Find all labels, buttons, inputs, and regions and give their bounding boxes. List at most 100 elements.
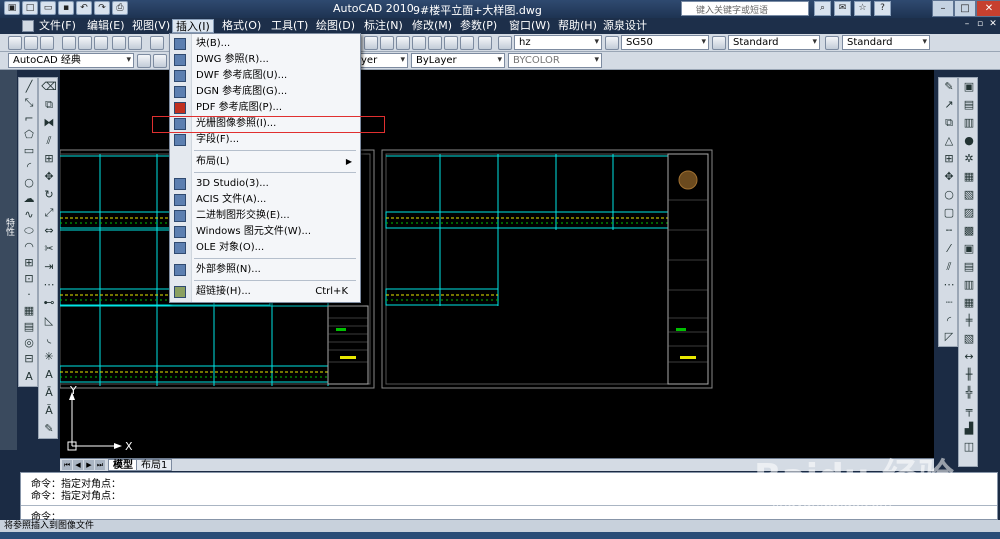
menu-window[interactable]: 窗口(W) bbox=[506, 19, 553, 33]
color-control-dropdown[interactable]: yer bbox=[356, 53, 408, 68]
favorites-icon[interactable]: ☆ bbox=[854, 1, 871, 16]
menu-yuanquan-design[interactable]: 源泉设计 bbox=[600, 19, 650, 33]
workspace-settings-icon[interactable] bbox=[137, 54, 151, 68]
layer-prev-icon[interactable]: ▥ bbox=[961, 116, 977, 130]
tab-last-icon[interactable]: ⏭ bbox=[95, 460, 105, 470]
help-icon[interactable]: ? bbox=[874, 1, 891, 16]
menu-item-dgn-underlay[interactable]: DGN 参考底图(G)... bbox=[170, 84, 360, 100]
menu-item-3d-studio[interactable]: 3D Studio(3)... bbox=[170, 176, 360, 192]
menu-parametric[interactable]: 参数(P) bbox=[457, 19, 500, 33]
circle-outline-icon[interactable]: ○ bbox=[941, 188, 957, 202]
gradient-icon[interactable]: ▤ bbox=[21, 320, 37, 334]
array-icon[interactable]: ⊞ bbox=[41, 152, 57, 166]
layer-delete-icon[interactable]: ▥ bbox=[961, 278, 977, 292]
red-dot-icon[interactable]: ● bbox=[961, 134, 977, 148]
erase-icon[interactable]: ⌫ bbox=[41, 80, 57, 94]
rotate-icon[interactable]: ↻ bbox=[41, 188, 57, 202]
corner-curve-icon[interactable]: ◜ bbox=[941, 314, 957, 328]
pen-icon[interactable]: ✎ bbox=[41, 422, 57, 436]
explode-icon[interactable]: ✳ bbox=[41, 350, 57, 364]
menu-item-windows-metafile[interactable]: Windows 图元文件(W)... bbox=[170, 224, 360, 240]
layer-match-icon[interactable]: ▩ bbox=[961, 224, 977, 238]
design-center-icon[interactable] bbox=[380, 36, 394, 50]
table-style-icon[interactable] bbox=[712, 36, 726, 50]
layer-iso-icon[interactable]: ▧ bbox=[961, 188, 977, 202]
move-icon[interactable]: ✥ bbox=[41, 170, 57, 184]
quickcalc-icon[interactable] bbox=[444, 36, 458, 50]
copy-icon[interactable]: ⧉ bbox=[41, 98, 57, 112]
qnew-icon[interactable] bbox=[8, 36, 22, 50]
menu-edit[interactable]: 编辑(E) bbox=[84, 19, 128, 33]
layer-state-icon[interactable]: ▤ bbox=[961, 98, 977, 112]
dash-line-icon[interactable]: ╌ bbox=[941, 224, 957, 238]
etransmit-icon[interactable] bbox=[128, 36, 142, 50]
polygon-icon[interactable]: ⬠ bbox=[21, 128, 37, 142]
document-icon[interactable] bbox=[22, 20, 34, 32]
help-search-input[interactable]: 键入关键字或短语 bbox=[681, 1, 809, 16]
layer-change-icon[interactable]: ▦ bbox=[961, 296, 977, 310]
menu-modify[interactable]: 修改(M) bbox=[409, 19, 455, 33]
plot-style-dropdown[interactable]: BYCOLOR bbox=[508, 53, 602, 68]
dotted-line-icon[interactable]: ┈ bbox=[941, 296, 957, 310]
arc-icon[interactable]: ◜ bbox=[21, 160, 37, 174]
dimension-icon[interactable]: ↔ bbox=[961, 350, 977, 364]
undo-icon[interactable]: ↶ bbox=[76, 1, 92, 15]
properties-icon[interactable] bbox=[364, 36, 378, 50]
table-icon[interactable]: ⊟ bbox=[21, 352, 37, 366]
tab-layout1[interactable]: 布局1 bbox=[136, 459, 173, 471]
calculator-icon[interactable] bbox=[460, 36, 474, 50]
menu-tools[interactable]: 工具(T) bbox=[268, 19, 311, 33]
chamfer-icon[interactable]: ◺ bbox=[41, 314, 57, 328]
menu-item-block[interactable]: 块(B)... bbox=[170, 36, 360, 52]
menu-item-raster-image[interactable]: 光栅图像参照(I)... bbox=[170, 116, 360, 132]
3d-dwf-icon[interactable] bbox=[112, 36, 126, 50]
stretch-icon[interactable]: ⇔ bbox=[41, 224, 57, 238]
make-block-icon[interactable]: ⊡ bbox=[21, 272, 37, 286]
workspace-dropdown[interactable]: AutoCAD 经典 bbox=[8, 53, 134, 68]
plot-icon[interactable]: ⎙ bbox=[112, 1, 128, 15]
linetype-control-dropdown[interactable]: ByLayer bbox=[411, 53, 505, 68]
doc-minimize-icon[interactable]: – bbox=[962, 19, 972, 31]
menu-item-ole-object[interactable]: OLE 对象(O)... bbox=[170, 240, 360, 256]
menu-insert[interactable]: 插入(I) bbox=[172, 19, 214, 33]
move-cross-icon[interactable]: ✥ bbox=[941, 170, 957, 184]
menu-item-field[interactable]: 字段(F)... bbox=[170, 132, 360, 148]
column-icon[interactable]: ╬ bbox=[961, 386, 977, 400]
triangle-icon[interactable]: △ bbox=[941, 134, 957, 148]
new-file-icon[interactable]: □ bbox=[22, 1, 38, 15]
revcloud-icon[interactable]: ☁ bbox=[21, 192, 37, 206]
table-style-dropdown[interactable]: Standard bbox=[728, 35, 820, 50]
dim-style-icon[interactable] bbox=[605, 36, 619, 50]
ellipse-arc-icon[interactable]: ◠ bbox=[21, 240, 37, 254]
dim-text-icon[interactable]: Ā bbox=[41, 386, 57, 400]
fillet-icon[interactable]: ◟ bbox=[41, 332, 57, 346]
slash-dash-icon[interactable]: ⁄ bbox=[941, 242, 957, 256]
polyline-icon[interactable]: ⌐ bbox=[21, 112, 37, 126]
point-icon[interactable]: · bbox=[21, 288, 37, 302]
square-icon[interactable]: ▢ bbox=[941, 206, 957, 220]
mtext-icon[interactable]: A bbox=[21, 370, 37, 384]
region-icon[interactable]: ◎ bbox=[21, 336, 37, 350]
attribute-edit-icon[interactable]: Ᾰ bbox=[41, 404, 57, 418]
sheet-set-icon[interactable] bbox=[412, 36, 426, 50]
menu-dimension[interactable]: 标注(N) bbox=[361, 19, 406, 33]
layer-lock-icon[interactable]: ▦ bbox=[961, 170, 977, 184]
menu-item-layout[interactable]: 布局(L) ▶ bbox=[170, 154, 360, 170]
plot-preview-icon[interactable] bbox=[78, 36, 92, 50]
beam-icon[interactable]: ╤ bbox=[961, 404, 977, 418]
stair-icon[interactable]: ▟ bbox=[961, 422, 977, 436]
menu-help[interactable]: 帮助(H) bbox=[555, 19, 600, 33]
rectangle-icon[interactable]: ▭ bbox=[21, 144, 37, 158]
app-menu-icon[interactable]: ▣ bbox=[4, 1, 20, 15]
layer-props-icon[interactable]: ▣ bbox=[961, 80, 977, 94]
copy-obj-icon[interactable]: ⧉ bbox=[941, 116, 957, 130]
dim-style-dropdown[interactable]: SG50 bbox=[621, 35, 709, 50]
menu-item-pdf-underlay[interactable]: PDF 参考底图(P)... bbox=[170, 100, 360, 116]
dashed-slash-icon[interactable]: ⫽ bbox=[941, 260, 957, 274]
communication-center-icon[interactable]: ✉ bbox=[834, 1, 851, 16]
line-icon[interactable]: ╱ bbox=[21, 80, 37, 94]
ellipse-icon[interactable]: ⬭ bbox=[21, 224, 37, 238]
circle-icon[interactable]: ○ bbox=[21, 176, 37, 190]
plot-print-icon[interactable] bbox=[62, 36, 76, 50]
arrow-up-icon[interactable]: ↗ bbox=[941, 98, 957, 112]
